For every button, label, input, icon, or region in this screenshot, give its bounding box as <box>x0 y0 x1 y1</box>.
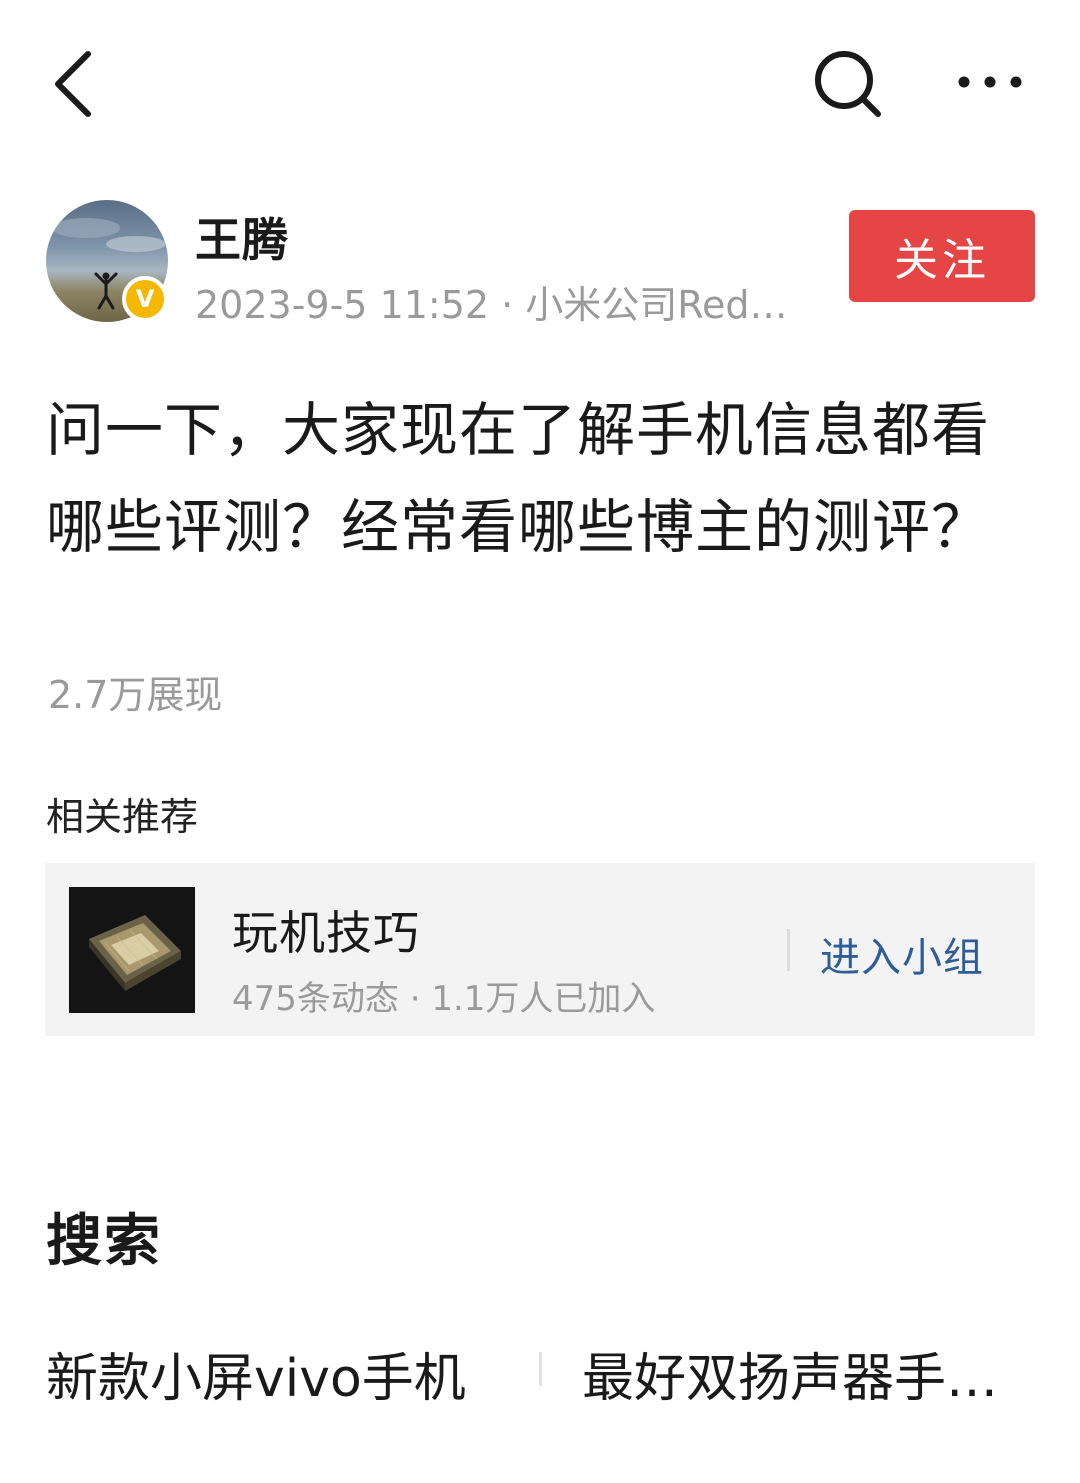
verified-badge: V <box>122 276 168 322</box>
group-stats: 475条动态 · 1.1万人已加入 <box>232 979 656 1019</box>
group-thumbnail <box>69 887 195 1013</box>
impressions-count: 2.7万展现 <box>48 673 223 717</box>
more-dots-icon[interactable] <box>950 62 1030 102</box>
group-card[interactable]: 玩机技巧 475条动态 · 1.1万人已加入 进入小组 <box>45 863 1035 1036</box>
related-title: 相关推荐 <box>46 795 199 839</box>
back-chevron-icon[interactable] <box>44 44 104 124</box>
follow-button[interactable]: 关注 <box>849 210 1035 302</box>
post-meta: 2023-9-5 11:52 · 小米公司Red… <box>195 283 788 327</box>
post-text: 问一下，大家现在了解手机信息都看哪些评测？经常看哪些博主的测评？ <box>46 396 991 561</box>
author-row: V 王腾 2023-9-5 11:52 · 小米公司Red… 关注 <box>0 196 1080 327</box>
group-name: 玩机技巧 <box>232 906 420 960</box>
search-suggestion[interactable]: 新款小屏vivo手机 <box>46 1336 466 1411</box>
divider <box>787 929 790 971</box>
search-suggestion[interactable]: 最好双扬声器手… <box>582 1336 998 1411</box>
divider <box>539 1352 542 1386</box>
top-bar <box>0 0 1080 170</box>
search-icon[interactable] <box>808 46 888 122</box>
join-group-button[interactable]: 进入小组 <box>820 925 984 983</box>
search-heading: 搜索 <box>46 1209 162 1274</box>
author-name[interactable]: 王腾 <box>195 204 289 270</box>
